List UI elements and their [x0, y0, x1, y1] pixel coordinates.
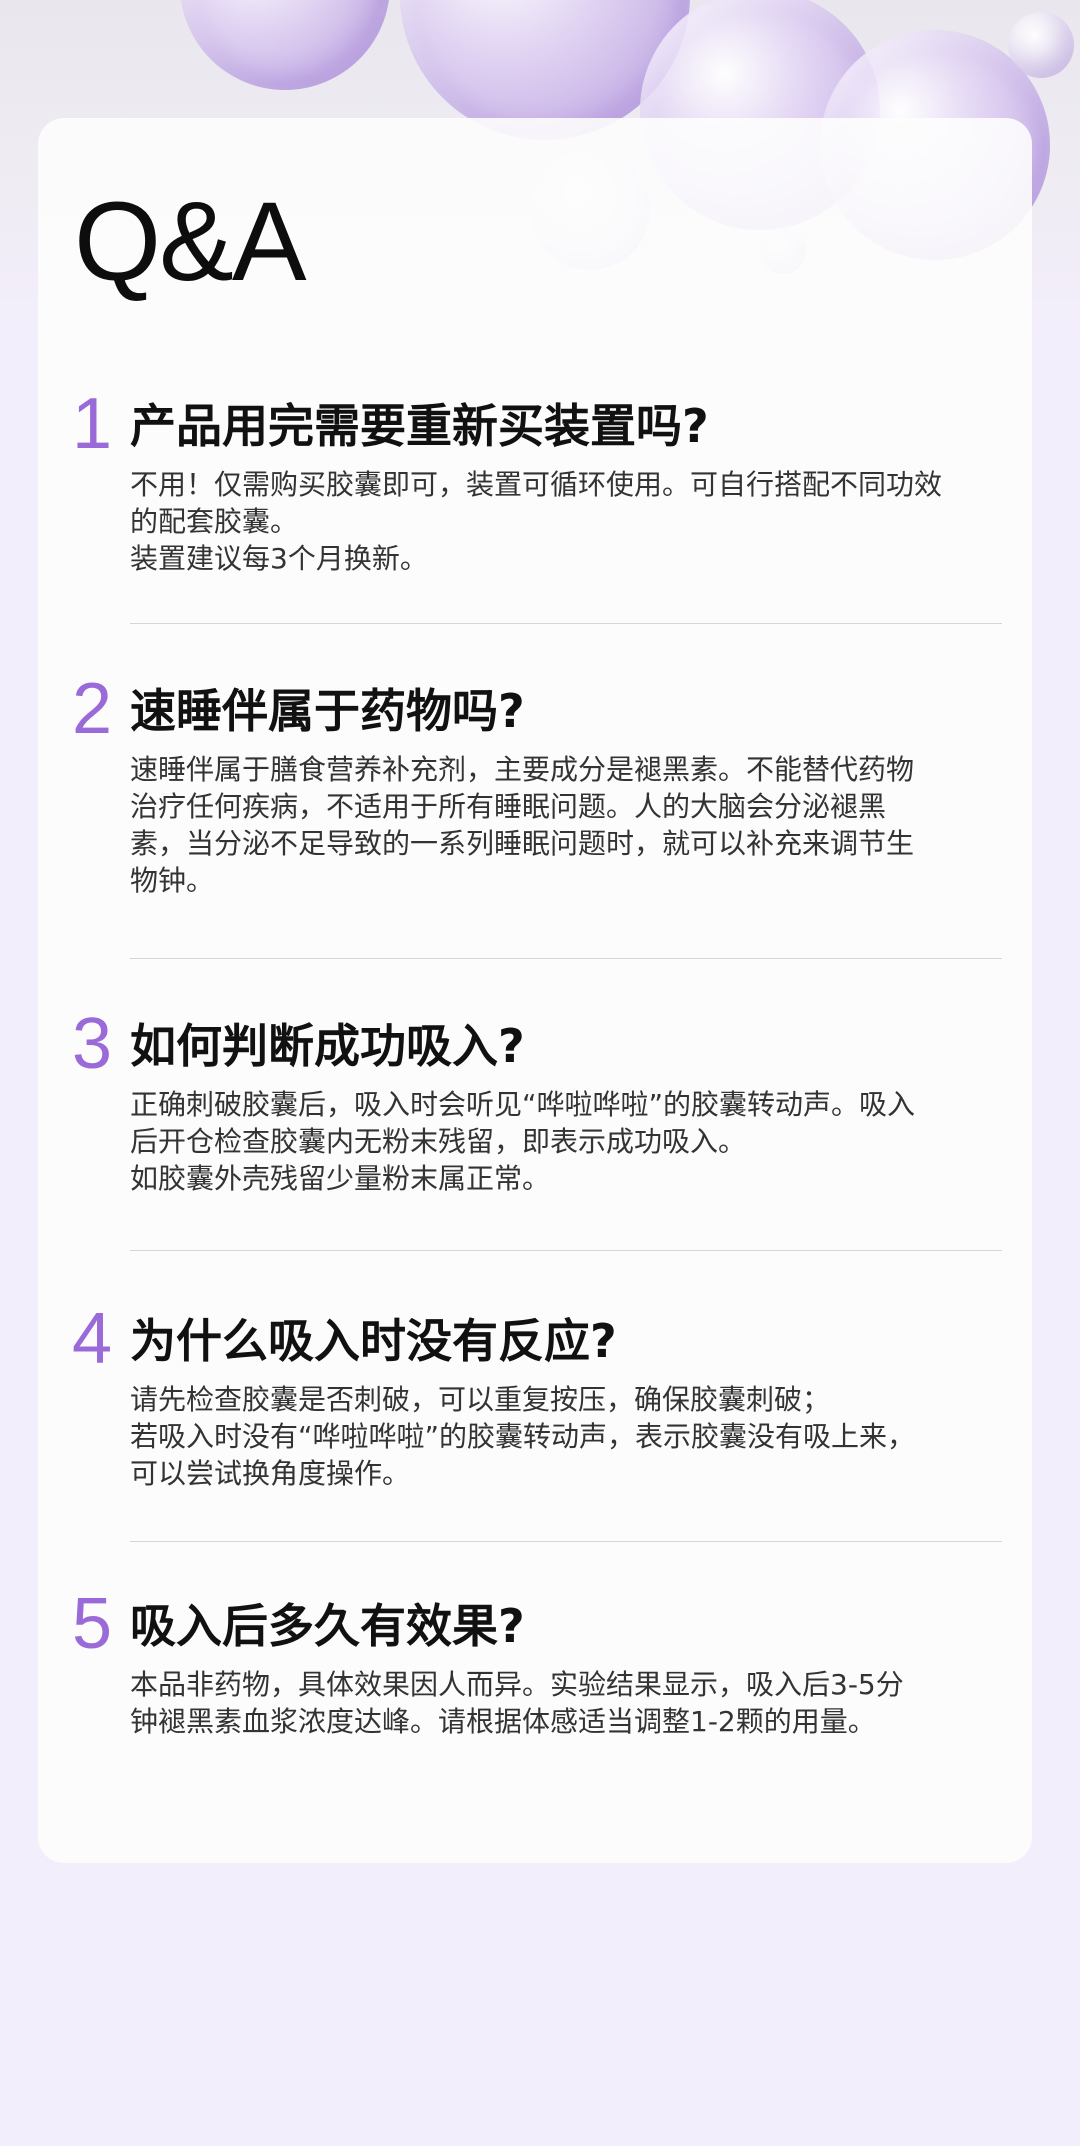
- qa-answer-line: 装置建议每3个月换新。: [130, 542, 428, 575]
- qa-answer-line: 治疗任何疾病，不适用于所有睡眠问题。人的大脑会分泌褪黑: [130, 790, 887, 823]
- qa-answer-line: 请先检查胶囊是否刺破，可以重复按压，确保胶囊刺破；: [130, 1383, 831, 1416]
- qa-answer-line: 若吸入时没有“哗啦哗啦”的胶囊转动声，表示胶囊没有吸上来，: [130, 1420, 916, 1453]
- capsule-bubble-image: [1008, 12, 1074, 78]
- qa-number: 4: [72, 1299, 113, 1379]
- divider: [130, 1541, 1002, 1542]
- qa-answer-line: 如胶囊外壳残留少量粉末属正常。: [130, 1162, 551, 1195]
- qa-number: 2: [72, 669, 113, 749]
- qa-answer: 请先检查胶囊是否刺破，可以重复按压，确保胶囊刺破； 若吸入时没有“哗啦哗啦”的胶…: [130, 1381, 1010, 1492]
- qa-answer-line: 速睡伴属于膳食营养补充剂，主要成分是褪黑素。不能替代药物: [130, 753, 915, 786]
- qa-answer: 本品非药物，具体效果因人而异。实验结果显示，吸入后3-5分 钟褪黑素血浆浓度达峰…: [130, 1666, 1010, 1740]
- qa-answer: 速睡伴属于膳食营养补充剂，主要成分是褪黑素。不能替代药物 治疗任何疾病，不适用于…: [130, 751, 1010, 899]
- qa-answer-line: 后开仓检查胶囊内无粉末残留，即表示成功吸入。: [130, 1125, 747, 1158]
- qa-question: 为什么吸入时没有反应?: [130, 1314, 617, 1368]
- qa-question: 如何判断成功吸入?: [130, 1019, 525, 1073]
- qa-question: 吸入后多久有效果?: [130, 1599, 525, 1653]
- divider: [130, 958, 1002, 959]
- qa-number: 5: [72, 1584, 113, 1664]
- page-title: Q&A: [74, 179, 307, 304]
- qa-number: 3: [72, 1004, 113, 1084]
- qa-answer-line: 钟褪黑素血浆浓度达峰。请根据体感适当调整1-2颗的用量。: [130, 1705, 876, 1738]
- divider: [130, 623, 1002, 624]
- qa-answer-line: 本品非药物，具体效果因人而异。实验结果显示，吸入后3-5分: [130, 1668, 904, 1701]
- qa-answer-line: 正确刺破胶囊后，吸入时会听见“哗啦哗啦”的胶囊转动声。吸入: [130, 1088, 916, 1121]
- qa-answer-line: 可以尝试换角度操作。: [130, 1457, 411, 1490]
- qa-answer-line: 物钟。: [130, 864, 215, 897]
- qa-question: 产品用完需要重新买装置吗?: [130, 399, 709, 453]
- qa-answer-line: 不用！仅需购买胶囊即可，装置可循环使用。可自行搭配不同功效: [130, 468, 943, 501]
- divider: [130, 1250, 1002, 1251]
- qa-answer: 正确刺破胶囊后，吸入时会听见“哗啦哗啦”的胶囊转动声。吸入 后开仓检查胶囊内无粉…: [130, 1086, 1010, 1197]
- qa-answer-line: 的配套胶囊。: [130, 505, 299, 538]
- capsule-bubble-image: [180, 0, 390, 90]
- qa-answer-line: 素，当分泌不足导致的一系列睡眠问题时，就可以补充来调节生: [130, 827, 915, 860]
- qa-answer: 不用！仅需购买胶囊即可，装置可循环使用。可自行搭配不同功效 的配套胶囊。 装置建…: [130, 466, 1010, 577]
- qa-card: Q&A 1 产品用完需要重新买装置吗? 不用！仅需购买胶囊即可，装置可循环使用。…: [38, 118, 1032, 1863]
- qa-number: 1: [72, 384, 113, 464]
- qa-question: 速睡伴属于药物吗?: [130, 684, 525, 738]
